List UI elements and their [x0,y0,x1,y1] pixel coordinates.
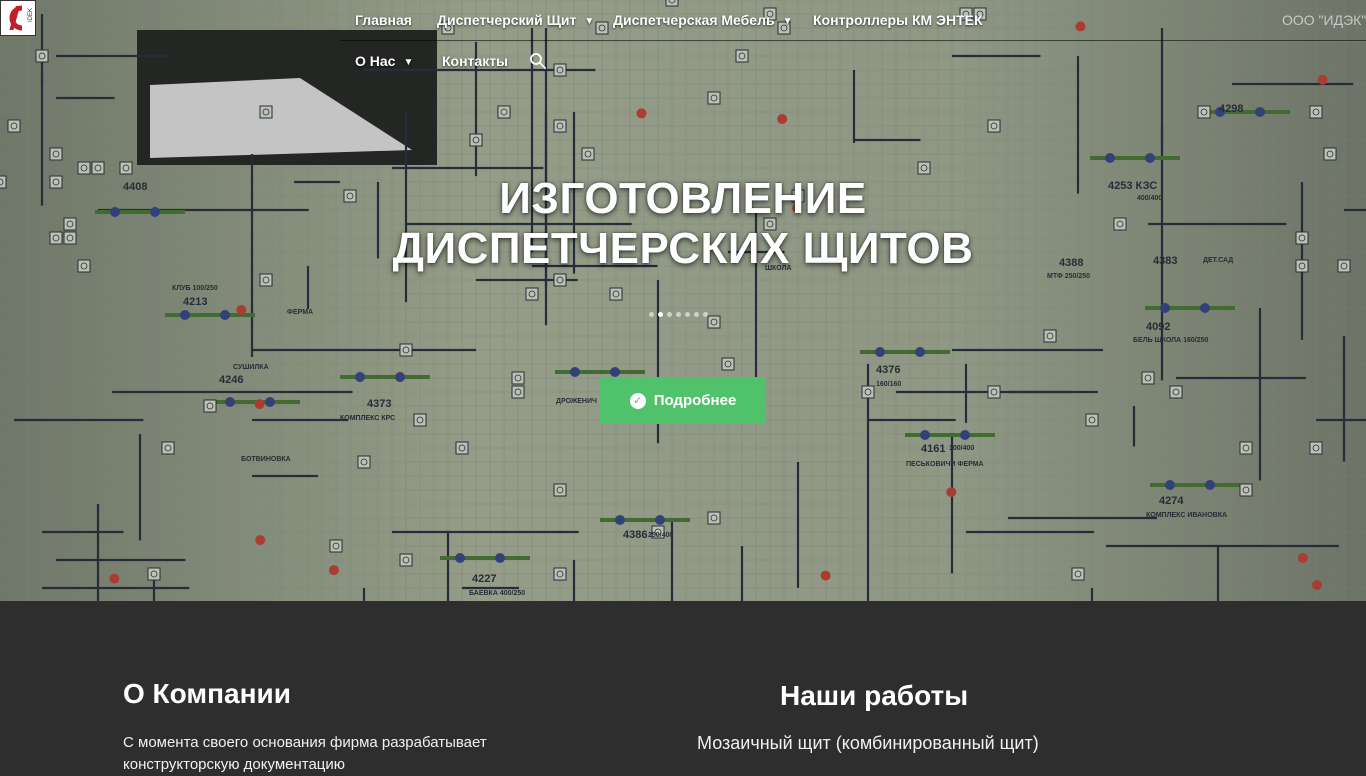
slider-dot[interactable] [685,312,690,317]
slider-dot[interactable] [703,312,708,317]
hero-title: ИЗГОТОВЛЕНИЕ ДИСПЕТЧЕРСКИХ ЩИТОВ [0,174,1366,274]
slider-dot[interactable] [658,312,663,317]
slider-dot[interactable] [676,312,681,317]
nav-controllers-label: Контроллеры КМ ЭНТЕК [813,12,983,28]
nav-dispatch-panel[interactable]: Диспетчерский Щит ▼ [437,12,594,28]
nav-controllers[interactable]: Контроллеры КМ ЭНТЕК [813,12,983,28]
search-icon[interactable] [529,52,547,70]
nav-divider [340,40,1366,41]
slider-dot[interactable] [694,312,699,317]
slider-pagination [649,312,708,317]
chevron-down-icon: ▼ [782,16,793,27]
chevron-down-icon: ▼ [403,57,414,68]
nav-contacts-label: Контакты [442,53,509,69]
nav-about-us[interactable]: О Нас ▼ [355,53,413,69]
hero-banner: 4408 4213 4246 4373 4386 4227 4376 4161 4274 4253… [0,0,1366,601]
more-details-button[interactable]: ✓ Подробнее [600,377,766,424]
nav-dispatch-furniture-label: Диспетчерская Мебель [613,12,775,28]
our-works-heading: Наши работы [780,680,969,711]
hero-title-line2: ДИСПЕТЧЕРСКИХ ЩИТОВ [392,224,974,273]
chevron-down-icon: ▼ [584,16,595,27]
check-circle-icon: ✓ [629,392,646,409]
nav-dispatch-furniture[interactable]: Диспетчерская Мебель ▼ [613,12,793,28]
about-company-heading: О Компании [123,678,291,709]
dispatch-panel-background: 4408421342464373438642274376416142744253… [0,0,1366,601]
nav-home-label: Главная [355,12,412,28]
company-name: ООО "ИДЭК" [1282,12,1366,28]
nav-contacts[interactable]: Контакты [442,53,508,69]
slider-dot[interactable] [649,312,654,317]
nav-dispatch-panel-label: Диспетчерский Щит [437,12,577,28]
works-item-link[interactable]: Мозаичный щит (комбинированный щит) [697,733,1039,754]
slider-dot[interactable] [667,312,672,317]
hero-title-line1: ИЗГОТОВЛЕНИЕ [499,174,867,223]
logo-icon[interactable]: IDEK [0,0,36,36]
nav-about-us-label: О Нас [355,53,396,69]
about-company-text: С момента своего основания фирма разраба… [123,734,487,773]
svg-text:IDEK: IDEK [28,8,34,22]
nav-home[interactable]: Главная [355,12,412,28]
more-details-label: Подробнее [653,392,737,409]
